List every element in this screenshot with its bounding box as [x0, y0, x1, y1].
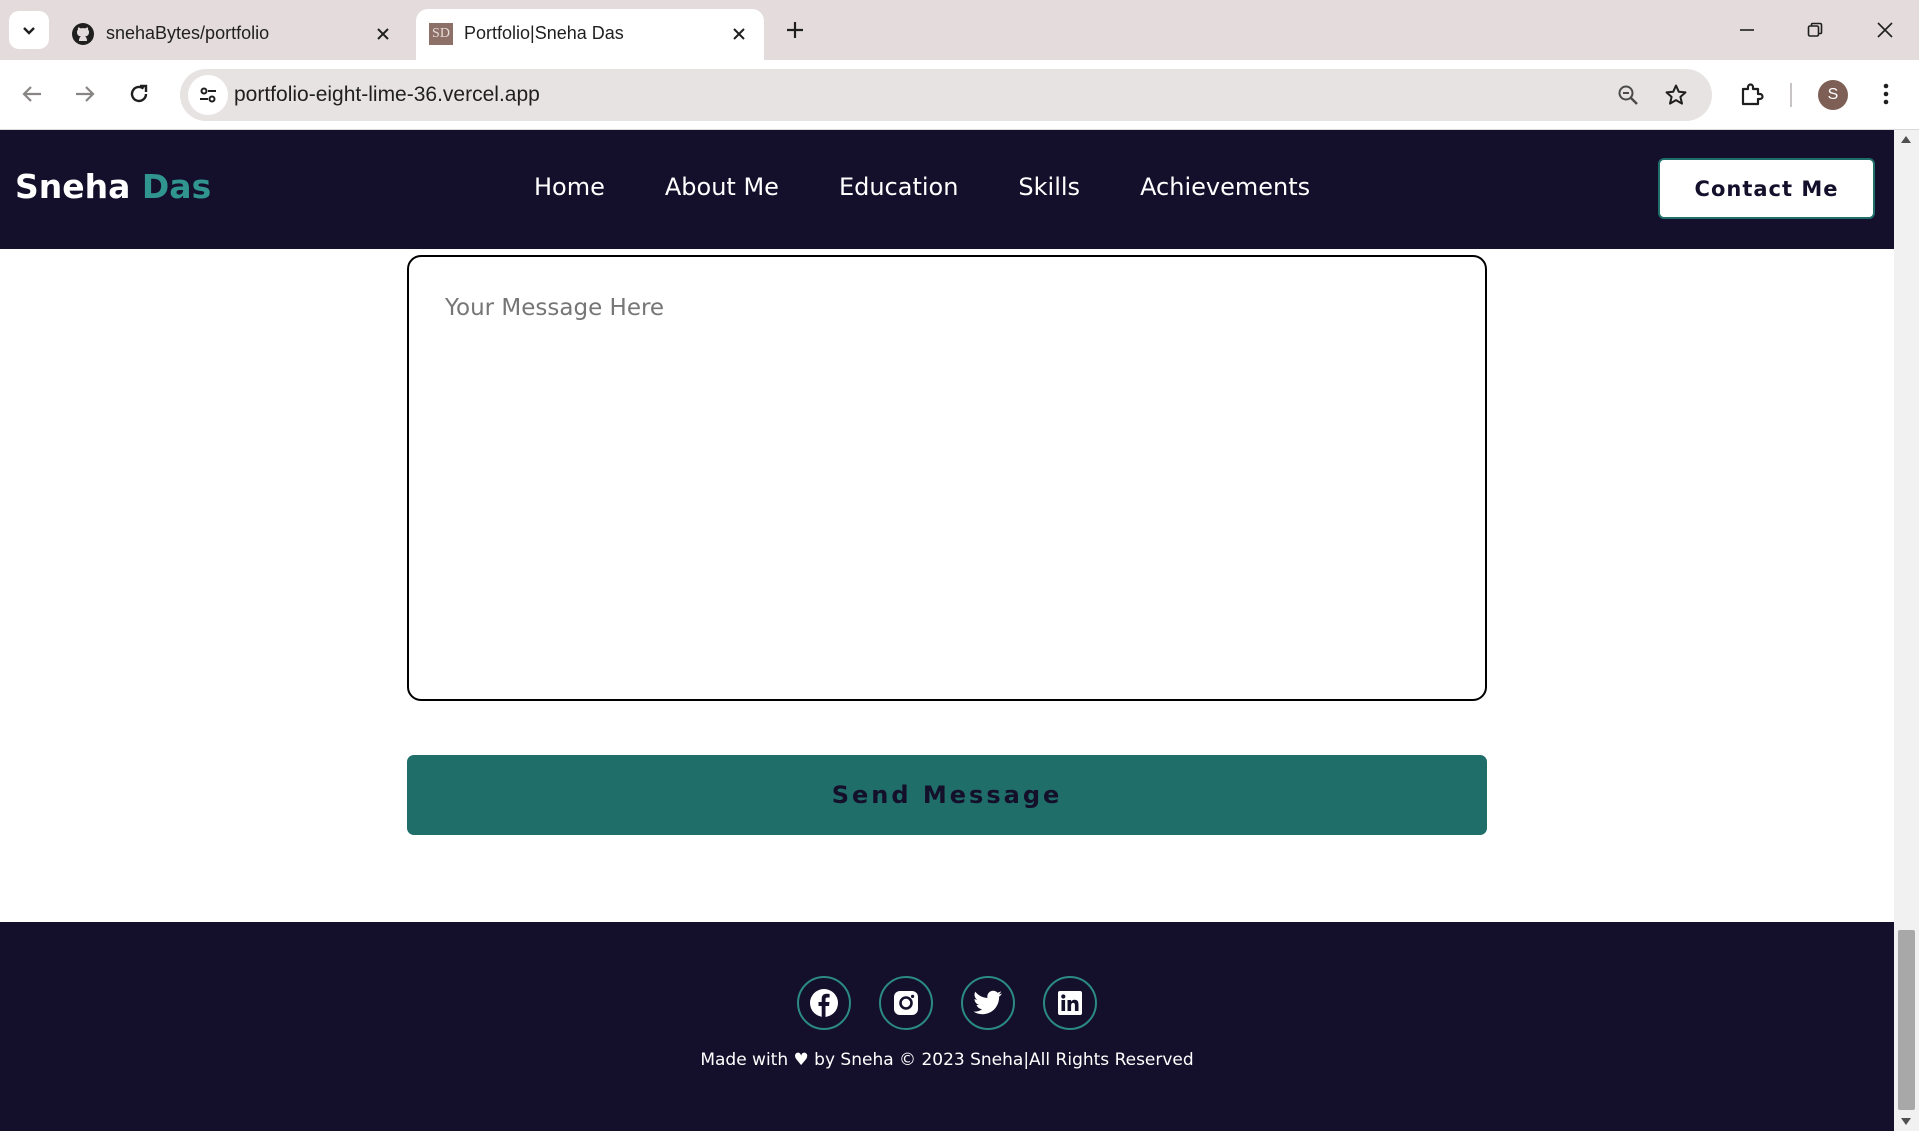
tune-icon [200, 87, 216, 103]
twitter-link[interactable] [961, 976, 1015, 1030]
forward-button[interactable] [65, 74, 105, 114]
reload-icon [130, 84, 148, 103]
profile-avatar[interactable]: S [1818, 80, 1848, 110]
browser-menu-button[interactable] [1866, 74, 1906, 114]
restore-icon [1807, 22, 1823, 37]
linkedin-icon [1058, 991, 1082, 1015]
restore-button[interactable] [1792, 8, 1838, 52]
page-viewport: Send Message Sneha Das Home About Me Edu… [0, 130, 1894, 1131]
facebook-icon [810, 989, 838, 1017]
social-links [797, 976, 1125, 1030]
instagram-icon [894, 991, 918, 1015]
zoom-out-icon [1618, 85, 1638, 105]
puzzle-icon [1741, 83, 1764, 106]
send-message-button[interactable]: Send Message [407, 755, 1487, 835]
footer-copyright: Made with ♥ by Sneha © 2023 Sneha|All Ri… [700, 1050, 1194, 1070]
scroll-up-arrow-icon[interactable] [1901, 136, 1911, 143]
close-icon [1877, 22, 1893, 38]
close-icon[interactable] [370, 21, 396, 47]
nav-link-achievements[interactable]: Achievements [1140, 173, 1310, 201]
reload-button[interactable] [119, 74, 159, 114]
minimize-icon [1740, 29, 1754, 31]
new-tab-button[interactable] [778, 13, 812, 47]
site-logo[interactable]: Sneha Das [15, 167, 211, 206]
nav-link-home[interactable]: Home [534, 173, 605, 201]
nav-links: Home About Me Education Skills Achieveme… [534, 173, 1370, 201]
page-scrollbar[interactable] [1894, 130, 1919, 1131]
message-textarea[interactable] [407, 255, 1487, 701]
nav-link-about-me[interactable]: About Me [665, 173, 779, 201]
plus-icon [787, 22, 803, 38]
nav-link-education[interactable]: Education [839, 173, 958, 201]
github-icon [70, 21, 96, 47]
site-favicon-icon: SD [428, 21, 454, 47]
zoom-button[interactable] [1608, 75, 1648, 115]
nav-link-skills[interactable]: Skills [1018, 173, 1080, 201]
close-window-button[interactable] [1862, 8, 1908, 52]
address-bar[interactable]: portfolio-eight-lime-36.vercel.app [180, 69, 1712, 121]
browser-tab-github[interactable]: snehaBytes/portfolio [58, 9, 408, 60]
browser-toolbar: portfolio-eight-lime-36.vercel.app S [0, 60, 1919, 130]
toolbar-separator [1790, 83, 1792, 107]
scroll-down-arrow-icon[interactable] [1901, 1118, 1911, 1125]
tab-title: snehaBytes/portfolio [106, 23, 270, 43]
facebook-link[interactable] [797, 976, 851, 1030]
tab-search-button[interactable] [9, 11, 49, 49]
browser-tab-portfolio[interactable]: SD Portfolio|Sneha Das [416, 9, 764, 60]
extensions-button[interactable] [1732, 74, 1772, 114]
close-icon[interactable] [726, 21, 752, 47]
url-text[interactable]: portfolio-eight-lime-36.vercel.app [234, 83, 540, 107]
contact-me-button[interactable]: Contact Me [1658, 158, 1875, 219]
scroll-thumb[interactable] [1898, 930, 1915, 1110]
site-footer: Made with ♥ by Sneha © 2023 Sneha|All Ri… [0, 922, 1894, 1131]
instagram-link[interactable] [879, 976, 933, 1030]
logo-first-name: Sneha [15, 167, 131, 206]
chevron-down-icon [23, 27, 35, 35]
back-button[interactable] [12, 74, 52, 114]
more-vert-icon [1883, 83, 1889, 105]
browser-tab-strip: snehaBytes/portfolio SD Portfolio|Sneha … [0, 0, 1919, 60]
favicon-text: SD [429, 23, 453, 45]
arrow-left-icon [22, 86, 41, 102]
minimize-button[interactable] [1724, 8, 1770, 52]
logo-last-name: Das [141, 167, 212, 206]
linkedin-link[interactable] [1043, 976, 1097, 1030]
star-icon [1665, 84, 1687, 105]
site-info-button[interactable] [188, 75, 228, 115]
tab-title: Portfolio|Sneha Das [464, 23, 624, 43]
site-navbar: Sneha Das Home About Me Education Skills… [0, 130, 1894, 249]
twitter-icon [973, 990, 1002, 1015]
arrow-right-icon [76, 86, 95, 102]
bookmark-button[interactable] [1656, 75, 1696, 115]
